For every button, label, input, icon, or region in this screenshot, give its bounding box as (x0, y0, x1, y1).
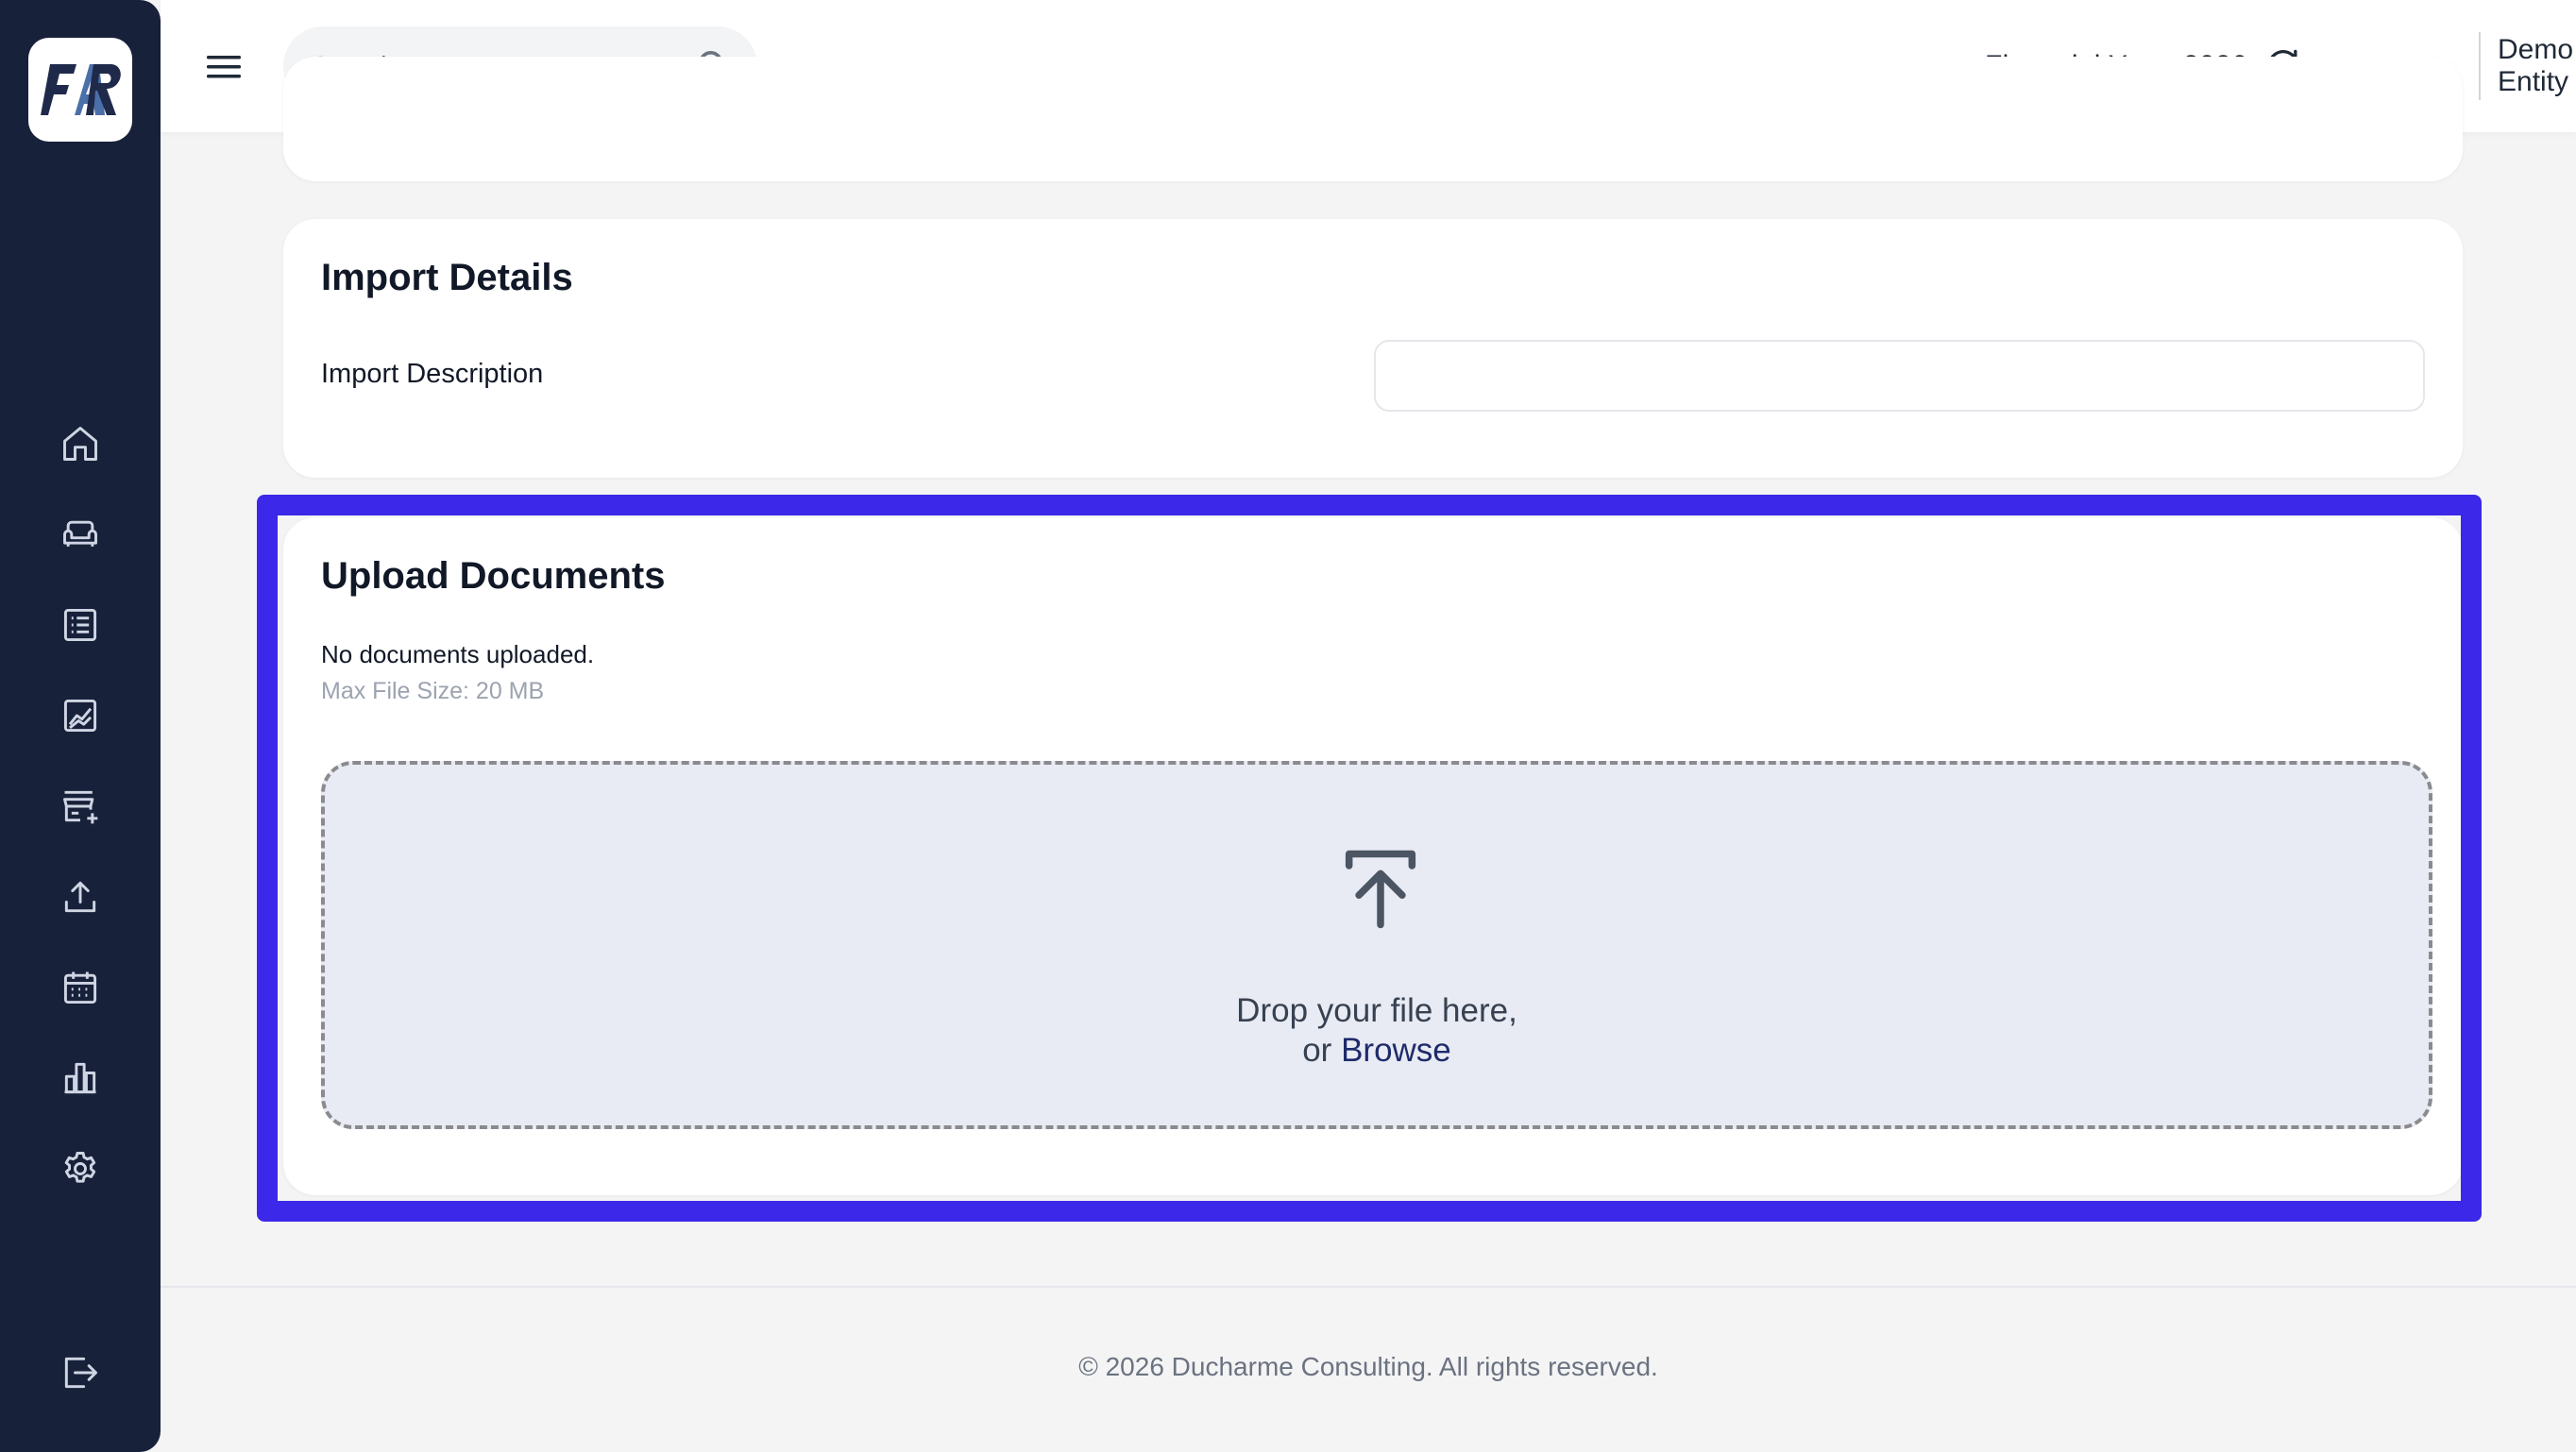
import-details-card: Import Details Import Description (283, 219, 2463, 478)
import-description-input[interactable] (1374, 340, 2425, 412)
previous-card (283, 57, 2463, 181)
hamburger-menu-icon[interactable] (198, 42, 249, 93)
list-icon[interactable] (52, 597, 109, 653)
highlight-frame (257, 495, 2482, 1222)
sidebar (0, 0, 161, 1452)
far-logo-mark (41, 64, 121, 115)
logout-icon[interactable] (52, 1344, 109, 1401)
topbar-divider (2479, 32, 2481, 100)
footer-copyright: © 2026 Ducharme Consulting. All rights r… (1078, 1352, 1658, 1381)
assets-icon[interactable] (52, 506, 109, 563)
home-icon[interactable] (52, 415, 109, 472)
calendar-icon[interactable] (52, 959, 109, 1016)
entity-selector[interactable]: Demo Entity (2498, 0, 2576, 132)
footer-divider (161, 1286, 2576, 1288)
add-store-icon[interactable] (52, 778, 109, 835)
import-details-title: Import Details (321, 257, 573, 298)
import-icon[interactable] (52, 869, 109, 925)
entity-name: Demo Entity (2498, 34, 2574, 97)
bar-chart-icon[interactable] (52, 1050, 109, 1106)
settings-icon[interactable] (52, 1140, 109, 1197)
app: Financial Year: 2026 Demo Entity Import … (0, 0, 2576, 1452)
far-logo[interactable] (28, 38, 132, 142)
chart-icon[interactable] (52, 687, 109, 744)
import-description-label: Import Description (321, 359, 544, 389)
